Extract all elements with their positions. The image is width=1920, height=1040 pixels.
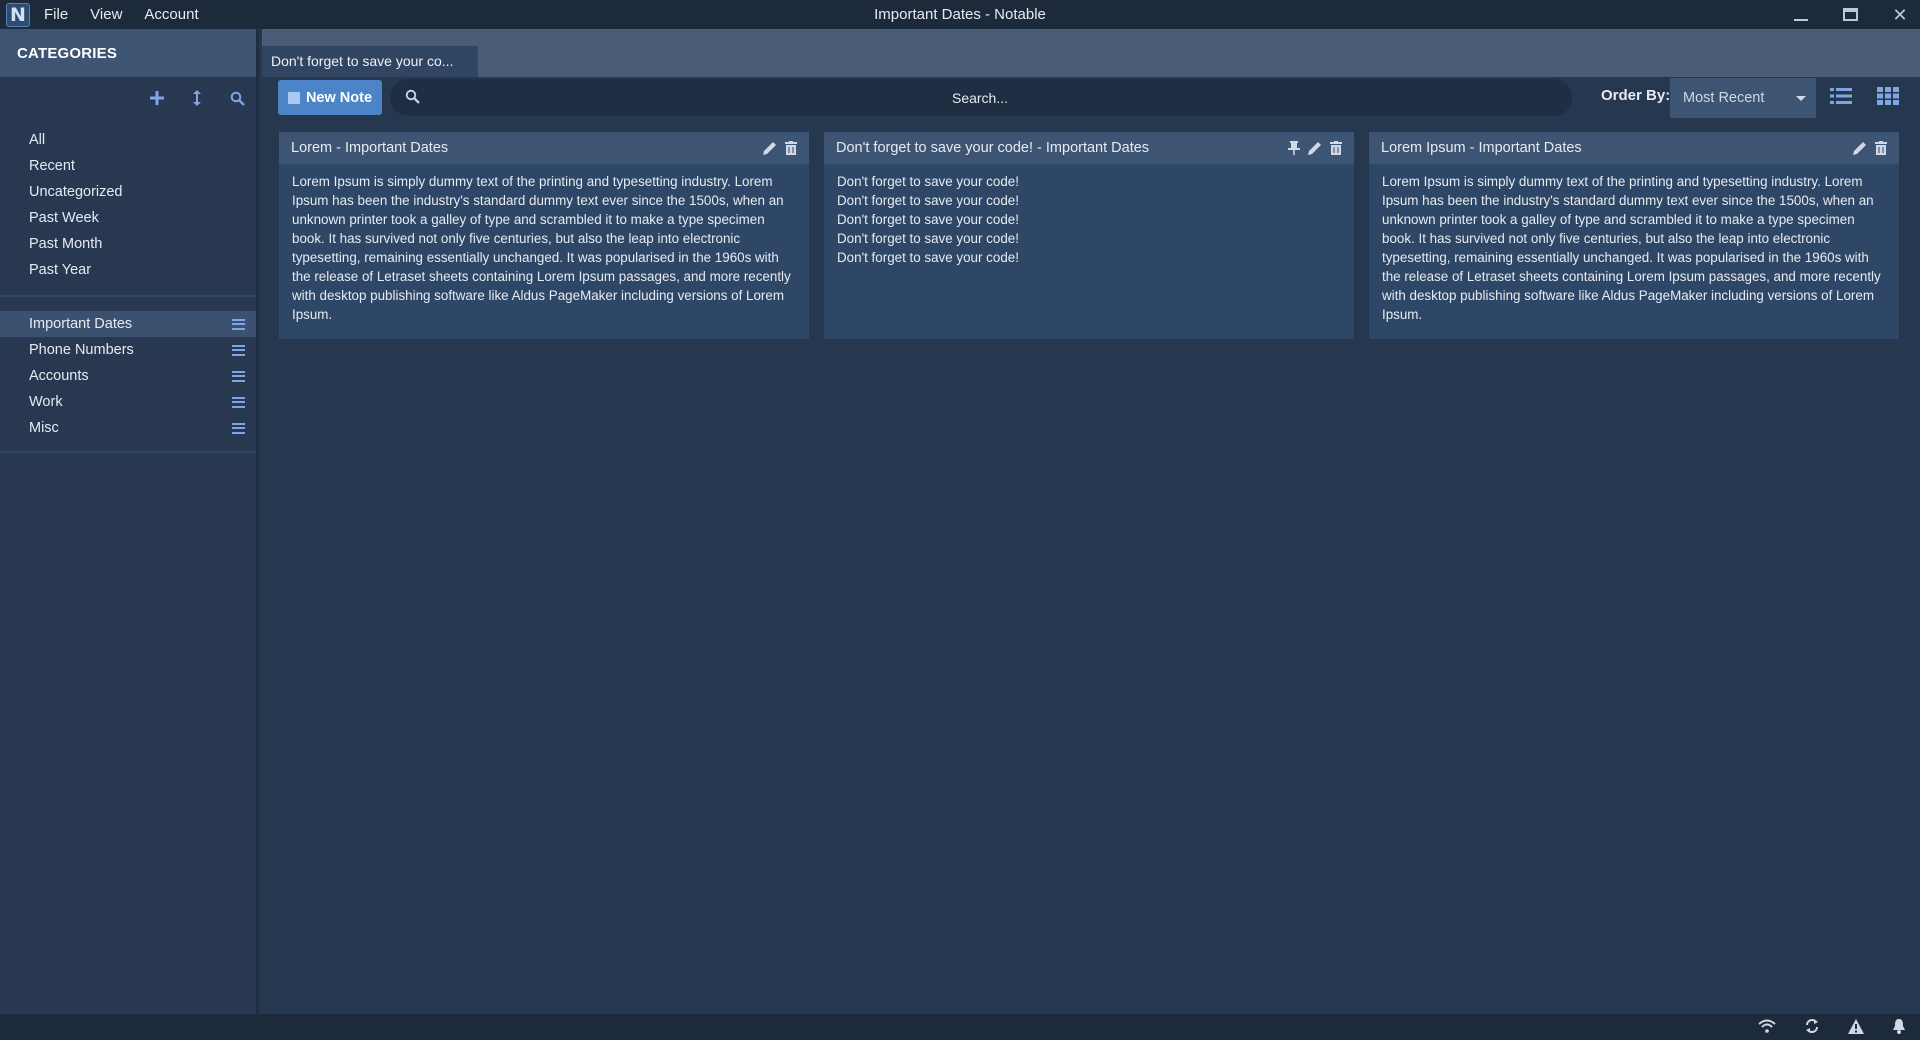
notebook-misc[interactable]: Misc — [0, 415, 256, 441]
status-icons — [1758, 1018, 1906, 1034]
minimize-button[interactable] — [1793, 7, 1809, 23]
notebook-label: Important Dates — [29, 316, 133, 332]
notebook-label: Misc — [29, 420, 59, 436]
status-bar — [0, 1014, 1920, 1040]
list-view-icon[interactable] — [1830, 87, 1852, 105]
note-header: Don't forget to save your code! - Import… — [824, 132, 1354, 164]
note-title: Lorem Ipsum - Important Dates — [1381, 140, 1582, 156]
app-logo[interactable]: N — [6, 2, 30, 27]
maximize-button[interactable] — [1843, 8, 1858, 21]
title-bar: N File View Account Important Dates - No… — [0, 0, 1920, 29]
notebook-work[interactable]: Work — [0, 389, 256, 415]
note-icon — [287, 91, 300, 104]
new-note-button[interactable]: New Note — [278, 80, 382, 115]
notebook-menu-icon[interactable] — [232, 344, 245, 356]
note-content: Lorem Ipsum is simply dummy text of the … — [292, 174, 791, 322]
order-by-label: Order By: — [1601, 87, 1671, 104]
order-by-value: Most Recent — [1683, 90, 1765, 106]
menu-file[interactable]: File — [44, 6, 68, 23]
sort-icon[interactable] — [188, 89, 206, 107]
category-past-month[interactable]: Past Month — [0, 231, 256, 257]
note-line: Don't forget to save your code! — [837, 231, 1019, 246]
window-title: Important Dates - Notable — [874, 6, 1046, 23]
notebook-label: Work — [29, 394, 63, 410]
tab-bar: Don't forget to save your co... — [262, 29, 1920, 77]
note-line: Don't forget to save your code! — [837, 193, 1019, 208]
notebook-menu-icon[interactable] — [232, 370, 245, 382]
notebook-label: Accounts — [29, 368, 89, 384]
category-all[interactable]: All — [0, 127, 256, 153]
notebook-menu-icon[interactable] — [232, 318, 245, 330]
search-bar[interactable] — [390, 79, 1572, 116]
order-by-select[interactable]: Most Recent — [1670, 78, 1816, 118]
new-note-label: New Note — [305, 89, 373, 106]
search-icon — [405, 89, 420, 104]
note-content: Don't forget to save your code! Don't fo… — [824, 164, 1354, 275]
category-list: All Recent Uncategorized Past Week Past … — [0, 119, 256, 297]
category-recent[interactable]: Recent — [0, 153, 256, 179]
sidebar: CATEGORIES All Recent Uncategorized Past… — [0, 29, 259, 1014]
edit-icon[interactable] — [763, 141, 777, 155]
grid-view-icon[interactable] — [1877, 87, 1899, 105]
notebook-list: Important Dates Phone Numbers Accounts W… — [0, 297, 256, 453]
note-actions — [1853, 141, 1887, 155]
notebook-menu-icon[interactable] — [232, 396, 245, 408]
add-notebook-icon[interactable] — [148, 89, 166, 107]
pin-icon[interactable] — [1288, 141, 1300, 155]
edit-icon[interactable] — [1853, 141, 1867, 155]
close-button[interactable]: ✕ — [1892, 6, 1908, 24]
note-header: Lorem - Important Dates — [279, 132, 809, 164]
sync-icon[interactable] — [1804, 1018, 1820, 1034]
caret-down-icon — [1796, 96, 1806, 101]
notebook-accounts[interactable]: Accounts — [0, 363, 256, 389]
category-past-week[interactable]: Past Week — [0, 205, 256, 231]
note-card[interactable]: Don't forget to save your code! - Import… — [824, 132, 1354, 339]
sidebar-tools — [0, 77, 256, 119]
notebook-important-dates[interactable]: Important Dates — [0, 311, 256, 337]
delete-icon[interactable] — [1875, 141, 1887, 155]
note-header: Lorem Ipsum - Important Dates — [1369, 132, 1899, 164]
notebook-label: Phone Numbers — [29, 342, 134, 358]
main-area: Don't forget to save your co... New Note… — [262, 29, 1920, 1014]
note-line: Don't forget to save your code! — [837, 250, 1019, 265]
bell-icon[interactable] — [1892, 1018, 1906, 1034]
edit-icon[interactable] — [1308, 141, 1322, 155]
note-card[interactable]: Lorem - Important Dates Lorem Ipsum is s… — [279, 132, 809, 339]
toolbar: New Note Order By: Most Recent — [262, 77, 1920, 125]
note-title: Lorem - Important Dates — [291, 140, 449, 156]
delete-icon[interactable] — [785, 141, 797, 155]
window-controls: ✕ — [1793, 0, 1908, 29]
notebook-menu-icon[interactable] — [232, 422, 245, 434]
note-content: Lorem Ipsum is simply dummy text of the … — [1382, 174, 1881, 322]
menu-view[interactable]: View — [90, 6, 122, 23]
warning-icon[interactable] — [1848, 1018, 1864, 1034]
category-uncategorized[interactable]: Uncategorized — [0, 179, 256, 205]
sidebar-header: CATEGORIES — [0, 29, 256, 77]
note-title: Don't forget to save your code! - Import… — [836, 140, 1150, 156]
note-line: Don't forget to save your code! — [837, 212, 1019, 227]
note-line: Don't forget to save your code! — [837, 174, 1019, 189]
menu-account[interactable]: Account — [144, 6, 198, 23]
tab-open-note[interactable]: Don't forget to save your co... — [262, 46, 478, 77]
note-card[interactable]: Lorem Ipsum - Important Dates Lorem Ipsu… — [1369, 132, 1899, 339]
notebook-phone-numbers[interactable]: Phone Numbers — [0, 337, 256, 363]
category-past-year[interactable]: Past Year — [0, 257, 256, 283]
note-actions — [1288, 141, 1342, 155]
note-actions — [763, 141, 797, 155]
delete-icon[interactable] — [1330, 141, 1342, 155]
search-input[interactable] — [430, 79, 1530, 116]
wifi-icon[interactable] — [1758, 1019, 1776, 1033]
search-notebooks-icon[interactable] — [228, 89, 246, 107]
